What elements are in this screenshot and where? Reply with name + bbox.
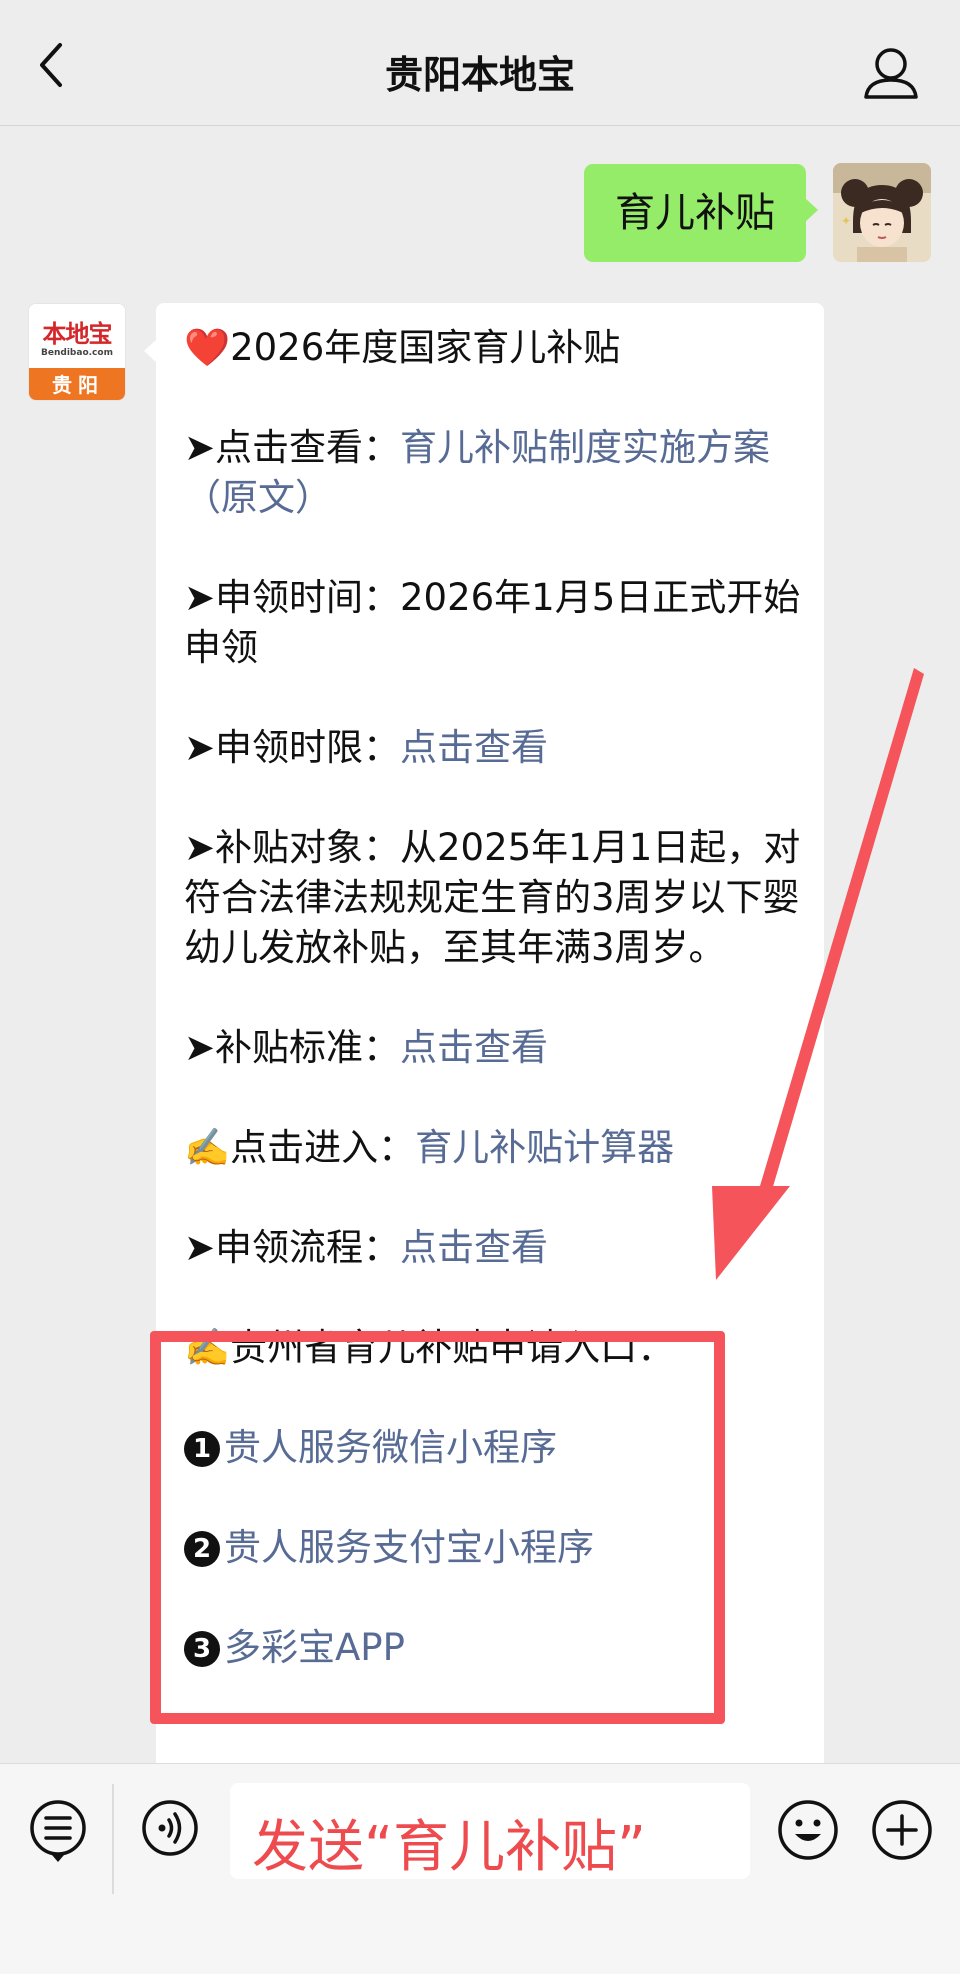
emoji-icon: [778, 1800, 838, 1860]
svg-text:✦: ✦: [841, 214, 851, 228]
arrow-bullet-icon: ➤: [184, 826, 216, 869]
person-icon: [864, 48, 918, 99]
avatar-brand-text: 本地宝: [42, 319, 113, 348]
entry-item-alipay: 2 贵人服务支付宝小程序: [184, 1523, 804, 1573]
avatar-city-text: 贵阳: [29, 368, 125, 400]
line-subsidy-standard: ➤补贴标准：点击查看: [184, 1023, 804, 1073]
wechat-miniprogram-link[interactable]: 贵人服务微信小程序: [224, 1426, 557, 1469]
profile-button[interactable]: [860, 44, 922, 104]
outgoing-message-text: 育儿补贴: [615, 190, 775, 236]
line-label: 申领流程：: [215, 1226, 401, 1269]
account-avatar[interactable]: 本地宝 Bendibao.com 贵阳: [28, 303, 126, 401]
avatar-domain-text: Bendibao.com: [41, 348, 113, 358]
message-title-line: ❤️2026年度国家育儿补贴: [184, 323, 804, 373]
line-subsidy-target: ➤补贴对象：从2025年1月1日起，对符合法律法规规定生育的3周岁以下婴幼儿发放…: [184, 823, 804, 973]
input-divider: [112, 1784, 114, 1894]
writing-hand-icon: ✍️: [184, 1326, 231, 1369]
voice-button[interactable]: [140, 1798, 200, 1858]
line-label: 申领时限：: [215, 726, 401, 769]
user-avatar[interactable]: ✦: [833, 163, 931, 262]
line-apply-time: ➤申领时间：2026年1月5日正式开始申领: [184, 573, 804, 673]
arrow-bullet-icon: ➤: [184, 726, 216, 769]
nav-header: 贵阳本地宝: [0, 0, 960, 126]
arrow-bullet-icon: ➤: [184, 576, 216, 619]
outgoing-message-bubble[interactable]: 育儿补贴: [584, 164, 818, 262]
line-plan: ➤点击查看：育儿补贴制度实施方案（原文）: [184, 423, 804, 523]
alipay-miniprogram-link[interactable]: 贵人服务支付宝小程序: [224, 1526, 594, 1569]
plus-button[interactable]: [870, 1798, 932, 1860]
writing-hand-icon: ✍️: [184, 1126, 231, 1169]
page-title: 贵阳本地宝: [0, 0, 960, 126]
standard-link[interactable]: 点击查看: [400, 1026, 548, 1069]
process-link[interactable]: 点击查看: [400, 1226, 548, 1269]
line-entry-title: ✍️贵州省育儿补贴申请入口：: [184, 1323, 804, 1373]
menu-list-icon: [30, 1800, 86, 1862]
plus-icon: [872, 1800, 932, 1860]
line-label: 点击进入：: [230, 1126, 416, 1169]
arrow-bullet-icon: ➤: [184, 1226, 216, 1269]
user-avatar-illustration: ✦: [833, 163, 931, 262]
deadline-link[interactable]: 点击查看: [400, 726, 548, 769]
line-label: 补贴对象：: [215, 826, 401, 869]
incoming-message-bubble: ❤️2026年度国家育儿补贴 ➤点击查看：育儿补贴制度实施方案（原文） ➤申领时…: [144, 303, 824, 1774]
line-label: 点击查看：: [215, 426, 401, 469]
number-badge-icon: 3: [184, 1631, 220, 1667]
heart-icon: ❤️: [184, 326, 231, 369]
line-calculator: ✍️点击进入：育儿补贴计算器: [184, 1123, 804, 1173]
number-badge-icon: 2: [184, 1531, 220, 1567]
menu-button[interactable]: [28, 1798, 88, 1862]
line-apply-process: ➤申领流程：点击查看: [184, 1223, 804, 1273]
message-body: ❤️2026年度国家育儿补贴 ➤点击查看：育儿补贴制度实施方案（原文） ➤申领时…: [184, 323, 804, 1723]
entry-item-app: 3 多彩宝APP: [184, 1623, 804, 1673]
entry-item-wechat: 1 贵人服务微信小程序: [184, 1423, 804, 1473]
entry-title: 贵州省育儿补贴申请入口：: [230, 1326, 675, 1369]
arrow-bullet-icon: ➤: [184, 1026, 216, 1069]
message-title: 2026年度国家育儿补贴: [230, 326, 621, 369]
page-title-text: 贵阳本地宝: [384, 53, 575, 97]
line-apply-deadline: ➤申领时限：点击查看: [184, 723, 804, 773]
calculator-link[interactable]: 育儿补贴计算器: [415, 1126, 674, 1169]
duocaibao-app-link[interactable]: 多彩宝APP: [224, 1626, 405, 1669]
line-label: 补贴标准：: [215, 1026, 401, 1069]
voice-icon: [142, 1800, 198, 1856]
back-button[interactable]: [30, 40, 74, 90]
arrow-bullet-icon: ➤: [184, 426, 216, 469]
chat-input-bar: 发送“育儿补贴”: [0, 1763, 960, 1974]
emoji-button[interactable]: [776, 1798, 838, 1860]
annotation-send-text: 发送“育儿补贴”: [252, 1815, 647, 1880]
chevron-left-icon: [40, 43, 62, 87]
number-badge-icon: 1: [184, 1431, 220, 1467]
line-label: 申领时间：: [215, 576, 401, 619]
